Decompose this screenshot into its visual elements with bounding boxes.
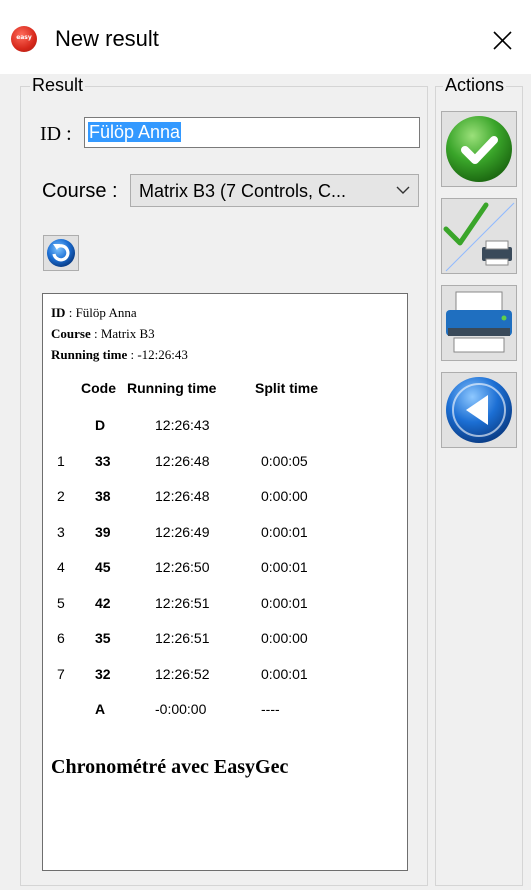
row-running-time: 12:26:43 (155, 417, 210, 433)
row-code: 45 (95, 559, 111, 575)
app-logo-icon: easy (11, 26, 37, 52)
checkmark-icon (446, 116, 512, 182)
row-number: 1 (57, 452, 65, 469)
row-code: 32 (95, 665, 111, 682)
row-code: 39 (95, 523, 111, 540)
row-split-time: 0:00:00 (261, 630, 308, 646)
row-code: 33 (95, 452, 111, 469)
row-number: 4 (57, 559, 65, 575)
column-header-split-time: Split time (255, 380, 319, 396)
report-footer: Chronométré avec EasyGec (51, 756, 289, 778)
row-number: 6 (57, 630, 65, 646)
report-course-line: Course : Matrix B3 (51, 326, 155, 341)
back-button[interactable] (441, 372, 517, 448)
row-running-time: 12:26:51 (155, 630, 210, 646)
row-split-time: 0:00:01 (261, 523, 308, 540)
row-number: 7 (57, 665, 65, 682)
column-header-running-time: Running time (127, 380, 217, 396)
result-report-preview: ID : Fülöp Anna Course : Matrix B3 Runni… (42, 293, 408, 871)
row-running-time: 12:26:48 (155, 488, 210, 504)
row-split-time: 0:00:01 (261, 594, 308, 611)
row-split-time: 0:00:00 (261, 488, 308, 504)
refresh-icon (47, 239, 75, 267)
course-select-value: Matrix B3 (7 Controls, C... (139, 181, 347, 201)
row-running-time: 12:26:51 (155, 594, 210, 611)
row-running-time: -0:00:00 (155, 701, 207, 717)
row-running-time: 12:26:49 (155, 523, 210, 540)
row-number: 2 (57, 488, 65, 504)
row-number: 5 (57, 594, 65, 611)
row-code: 35 (95, 630, 111, 646)
course-label: Course : (42, 180, 118, 202)
row-number: 3 (57, 523, 65, 540)
close-button[interactable] (482, 20, 522, 60)
chevron-down-icon (396, 186, 410, 194)
row-split-time: 0:00:01 (261, 665, 308, 682)
window-title: New result (55, 26, 159, 51)
actions-group-legend: Actions (443, 75, 507, 96)
row-running-time: 12:26:48 (155, 452, 210, 469)
row-code: 38 (95, 488, 111, 504)
id-input-value: Fülöp Anna (88, 122, 182, 142)
title-bar: easy New result (0, 0, 531, 74)
report-id-line: ID : Fülöp Anna (51, 305, 137, 320)
result-group-legend: Result (30, 75, 86, 96)
report-running-line: Running time : -12:26:43 (51, 347, 188, 362)
row-code: D (95, 417, 106, 433)
row-code: A (95, 701, 106, 717)
column-header-code: Code (81, 380, 116, 396)
row-split-time: 0:00:01 (261, 559, 308, 575)
id-input[interactable]: Fülöp Anna (84, 117, 420, 148)
course-select[interactable]: Matrix B3 (7 Controls, C... (130, 174, 419, 207)
close-icon (493, 31, 512, 50)
printer-icon (446, 291, 512, 353)
row-code: 42 (95, 594, 111, 611)
row-split-time: ---- (261, 701, 280, 717)
refresh-button[interactable] (43, 235, 79, 271)
row-running-time: 12:26:52 (155, 665, 210, 682)
back-arrow-icon (446, 377, 512, 443)
print-button[interactable] (441, 285, 517, 361)
confirm-and-print-button[interactable] (441, 198, 517, 274)
id-label: ID : (40, 123, 72, 145)
confirm-button[interactable] (441, 111, 517, 187)
row-running-time: 12:26:50 (155, 559, 210, 575)
row-split-time: 0:00:05 (261, 452, 308, 469)
check-print-icon (443, 202, 515, 272)
